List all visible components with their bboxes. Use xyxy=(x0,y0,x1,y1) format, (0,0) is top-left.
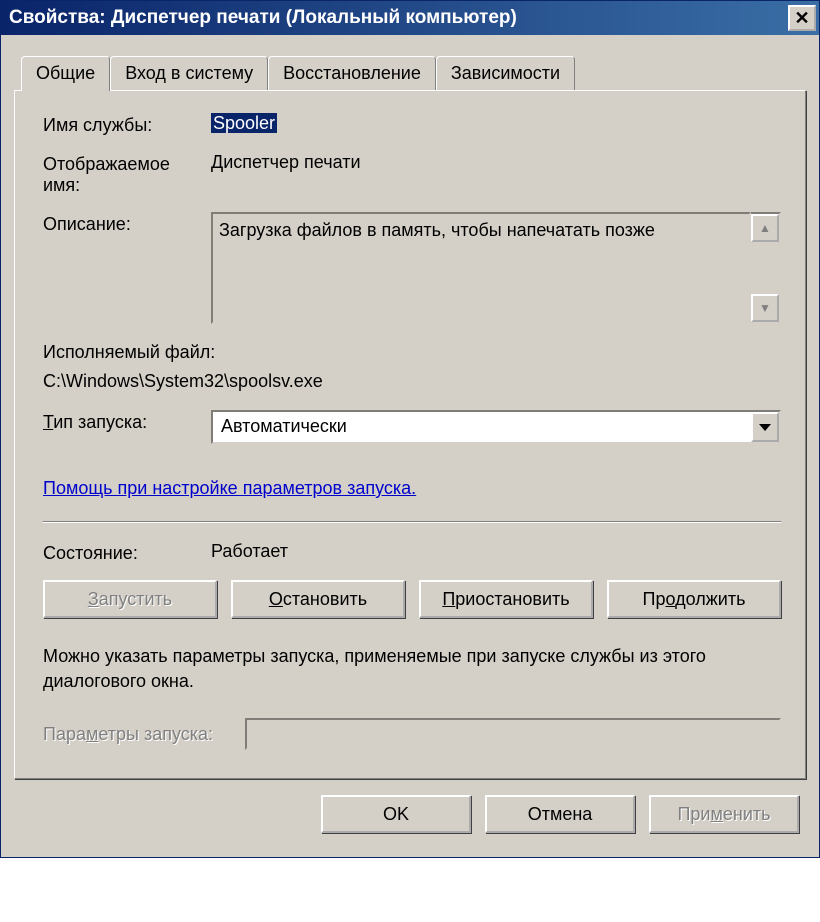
apply-button: Применить xyxy=(649,795,799,833)
startup-help-link[interactable]: Помощь при настройке параметров запуска. xyxy=(43,478,416,499)
window-title: Свойства: Диспетчер печати (Локальный ко… xyxy=(9,7,517,29)
pause-button[interactable]: Приостановить xyxy=(419,580,593,618)
label-status: Состояние: xyxy=(43,541,211,564)
tab-panel-general: Имя службы: Spooler Отображаемое имя: Ди… xyxy=(14,90,806,779)
label-executable: Исполняемый файл: xyxy=(43,342,781,363)
value-status: Работает xyxy=(211,541,781,562)
ok-button[interactable]: OK xyxy=(321,795,471,833)
properties-dialog: Свойства: Диспетчер печати (Локальный ко… xyxy=(0,0,820,858)
tab-logon[interactable]: Вход в систему xyxy=(110,56,268,90)
stop-button[interactable]: Остановить xyxy=(231,580,405,618)
description-scrollbar: ▲ ▼ xyxy=(751,212,781,324)
label-service-name: Имя службы: xyxy=(43,113,211,136)
dialog-body: Общие Вход в систему Восстановление Зави… xyxy=(1,35,819,857)
close-icon[interactable]: ✕ xyxy=(788,5,816,31)
tab-dependencies[interactable]: Зависимости xyxy=(436,56,575,90)
scroll-up-icon[interactable]: ▲ xyxy=(751,214,779,242)
titlebar: Свойства: Диспетчер печати (Локальный ко… xyxy=(1,1,819,35)
startup-type-value: Автоматически xyxy=(213,412,751,442)
label-start-params: Параметры запуска: xyxy=(43,724,245,745)
tab-recovery[interactable]: Восстановление xyxy=(268,56,436,90)
label-startup-type: Тип запуска: xyxy=(43,410,211,433)
start-params-input xyxy=(245,718,781,750)
resume-button[interactable]: Продолжить xyxy=(607,580,781,618)
description-box: Загрузка файлов в память, чтобы напечата… xyxy=(211,212,781,324)
value-display-name: Диспетчер печати xyxy=(211,152,781,173)
label-display-name: Отображаемое имя: xyxy=(43,152,211,196)
startup-type-select[interactable]: Автоматически xyxy=(211,410,781,444)
label-description: Описание: xyxy=(43,212,211,235)
dialog-footer: OK Отмена Применить xyxy=(11,779,809,847)
tabs: Общие Вход в систему Восстановление Зави… xyxy=(21,53,809,90)
value-description: Загрузка файлов в память, чтобы напечата… xyxy=(211,212,751,324)
startup-params-hint: Можно указать параметры запуска, применя… xyxy=(43,644,781,694)
scroll-down-icon[interactable]: ▼ xyxy=(751,294,779,322)
tab-general[interactable]: Общие xyxy=(21,56,110,91)
cancel-button[interactable]: Отмена xyxy=(485,795,635,833)
value-service-name: Spooler xyxy=(211,113,277,133)
value-executable-path: C:\Windows\System32\spoolsv.exe xyxy=(43,371,781,392)
chevron-down-icon[interactable] xyxy=(751,412,779,442)
start-button: Запустить xyxy=(43,580,217,618)
divider xyxy=(43,521,781,523)
